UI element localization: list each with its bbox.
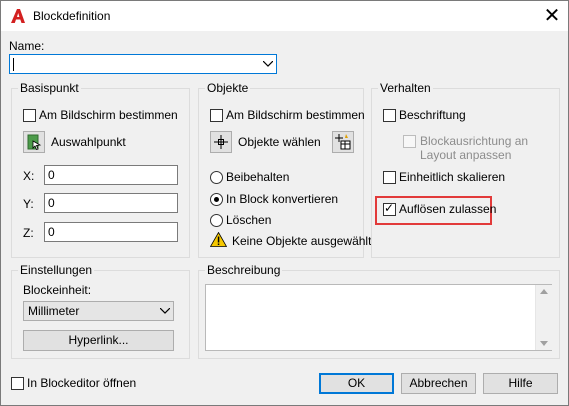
hyperlink-button[interactable]: Hyperlink...: [23, 330, 174, 351]
retain-label: Beibehalten: [226, 170, 290, 184]
y-input[interactable]: 0: [44, 193, 178, 213]
basispunkt-onscreen-checkbox[interactable]: [23, 109, 36, 122]
basispunkt-onscreen-label: Am Bildschirm bestimmen: [39, 108, 178, 122]
z-input[interactable]: 0: [44, 222, 178, 242]
pick-point-icon: [27, 134, 42, 150]
allow-explode-label: Auflösen zulassen: [399, 202, 497, 216]
match-orientation-label-line2: Layout anpassen: [420, 148, 512, 162]
pick-point-label: Auswahlpunkt: [51, 135, 126, 149]
ok-button[interactable]: OK: [319, 373, 394, 394]
autocad-logo-icon: [9, 7, 27, 25]
pick-point-button[interactable]: [23, 131, 45, 153]
cancel-button[interactable]: Abbrechen: [401, 373, 476, 394]
y-label: Y:: [23, 197, 34, 211]
close-icon[interactable]: ✕: [539, 4, 565, 28]
annotative-checkbox[interactable]: [383, 109, 396, 122]
description-scrollbar[interactable]: [535, 285, 552, 350]
name-label: Name:: [9, 39, 45, 53]
block-unit-select[interactable]: Millimeter: [23, 301, 174, 321]
delete-label: Löschen: [226, 213, 272, 227]
objekte-onscreen-checkbox[interactable]: [210, 109, 223, 122]
retain-radio[interactable]: [210, 171, 223, 184]
annotative-label: Beschriftung: [399, 108, 466, 122]
uniform-scale-label: Einheitlich skalieren: [399, 170, 506, 184]
verhalten-title: Verhalten: [378, 81, 433, 95]
select-objects-label: Objekte wählen: [238, 135, 321, 149]
radio-dot: [214, 197, 219, 202]
beschreibung-title: Beschreibung: [205, 263, 283, 277]
name-combobox[interactable]: [9, 54, 277, 74]
description-textarea[interactable]: [205, 284, 552, 351]
dialog-window: Blockdefinition ✕ Name: Basispunkt Am Bi…: [0, 0, 569, 406]
chevron-down-icon[interactable]: [263, 61, 273, 67]
scroll-up-icon[interactable]: [540, 289, 548, 294]
x-label: X:: [23, 169, 35, 183]
warning-icon: [210, 232, 227, 247]
basispunkt-title: Basispunkt: [18, 81, 81, 95]
block-unit-value: Millimeter: [28, 304, 80, 318]
convert-radio[interactable]: [210, 193, 223, 206]
scroll-down-icon[interactable]: [540, 341, 548, 346]
z-label: Z:: [23, 226, 34, 240]
allow-explode-checkbox[interactable]: ✓: [383, 201, 396, 216]
quick-select-icon: [335, 134, 351, 150]
convert-label: In Block konvertieren: [226, 192, 339, 206]
chevron-down-icon: [160, 308, 170, 314]
open-in-editor-checkbox[interactable]: [11, 377, 24, 390]
delete-radio[interactable]: [210, 214, 223, 227]
help-button[interactable]: Hilfe: [483, 373, 558, 394]
quick-select-button[interactable]: [332, 131, 354, 153]
objekte-onscreen-label: Am Bildschirm bestimmen: [226, 108, 365, 122]
uniform-scale-checkbox[interactable]: [383, 171, 396, 184]
x-input[interactable]: 0: [44, 165, 178, 185]
objekte-title: Objekte: [205, 81, 251, 95]
einstellungen-title: Einstellungen: [18, 263, 95, 277]
match-orientation-label-line1: Blockausrichtung an: [420, 134, 529, 148]
warning-text: Keine Objekte ausgewählt: [232, 234, 372, 248]
select-objects-button[interactable]: [210, 131, 232, 153]
crosshair-icon: [214, 135, 228, 149]
title-bar: Blockdefinition ✕: [1, 1, 568, 31]
match-orientation-checkbox[interactable]: [403, 135, 416, 148]
window-title: Blockdefinition: [33, 9, 111, 23]
text-cursor: [13, 58, 14, 71]
block-unit-label: Blockeinheit:: [23, 283, 92, 297]
open-in-editor-label: In Blockeditor öffnen: [27, 376, 137, 390]
checkmark-icon: ✓: [384, 201, 395, 215]
